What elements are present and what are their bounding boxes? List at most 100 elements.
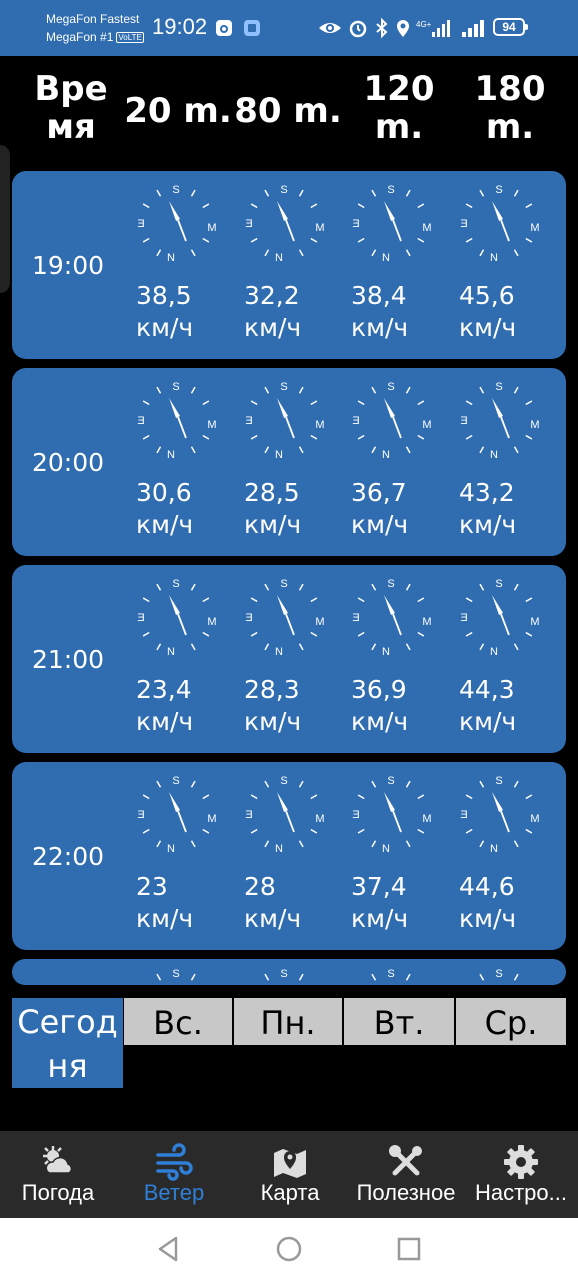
carrier-name-2: MegaFon #1 VoLTE (46, 30, 144, 44)
day-tab-sun[interactable]: Вс. (124, 998, 232, 1045)
compass-icon: S N Ǝ M (459, 967, 555, 985)
svg-text:N: N (167, 646, 175, 657)
nav-label-useful: Полезное (356, 1180, 456, 1205)
home-icon[interactable] (274, 1234, 304, 1264)
day-tab-today[interactable]: Сегод ня (12, 998, 123, 1088)
wind-speed-unit: км/ч (351, 707, 409, 736)
wind-speed-unit: км/ч (459, 510, 517, 539)
wind-speed-unit: км/ч (244, 904, 302, 933)
wind-speed-unit: км/ч (351, 510, 409, 539)
svg-text:M: M (422, 616, 431, 628)
svg-text:S: S (495, 578, 502, 590)
svg-text:M: M (530, 616, 539, 628)
compass-icon: S N Ǝ M (244, 183, 324, 264)
wind-speed: 36,9 (351, 675, 407, 704)
nav-label-settings: Настро... (474, 1180, 567, 1205)
recents-icon[interactable] (394, 1234, 424, 1264)
svg-text:N: N (167, 252, 175, 263)
compass-icon: S N Ǝ M (244, 774, 324, 855)
svg-text:S: S (280, 578, 287, 590)
day-tab-tue[interactable]: Вт. (344, 998, 454, 1045)
svg-text:S: S (495, 775, 502, 787)
forecast-card: 20:00 S N Ǝ M 30,6 км/ч S N Ǝ M 28,5 км/… (12, 368, 566, 556)
svg-text:N: N (275, 843, 283, 854)
svg-text:N: N (490, 449, 498, 460)
svg-text:N: N (275, 646, 283, 657)
svg-text:Ǝ: Ǝ (352, 415, 359, 427)
edge-handle[interactable] (0, 145, 10, 293)
forecast-card: 19:00 S N Ǝ M 38,5 км/ч S N Ǝ M 32,2 км/… (12, 171, 566, 359)
wind-speed-unit: км/ч (459, 904, 517, 933)
svg-text:Ǝ: Ǝ (245, 218, 252, 230)
day-tab-mon[interactable]: Пн. (234, 998, 342, 1045)
svg-text:N: N (490, 843, 498, 854)
compass-icon: S N Ǝ M (351, 967, 447, 985)
status-time: 19:02 (152, 14, 208, 39)
svg-text:M: M (207, 813, 216, 825)
nav-wind[interactable]: Ветер (116, 1131, 232, 1218)
alarm-icon (349, 20, 367, 38)
weather-icon (43, 1146, 73, 1174)
svg-text:S: S (387, 578, 394, 590)
header-col-180m: 180 m. (474, 69, 546, 147)
svg-text:N: N (490, 252, 498, 263)
forecast-time: 19:00 (32, 251, 105, 280)
nav-settings[interactable]: Настро... (464, 1131, 578, 1218)
svg-text:M: M (422, 813, 431, 825)
svg-text:Ǝ: Ǝ (245, 415, 252, 427)
compass-icon: S N Ǝ M (136, 380, 216, 461)
compass-icon: S N Ǝ M (136, 577, 216, 658)
eye-icon (319, 23, 341, 33)
compass-icon: S N Ǝ M (136, 183, 216, 264)
svg-text:S: S (495, 968, 502, 980)
wind-speed: 32,2 (244, 281, 300, 310)
svg-text:S: S (387, 775, 394, 787)
wind-speed: 28,3 (244, 675, 300, 704)
svg-text:Ǝ: Ǝ (460, 218, 467, 230)
svg-text:N: N (167, 449, 175, 460)
svg-text:S: S (495, 184, 502, 196)
svg-text:S: S (387, 381, 394, 393)
svg-text:S: S (387, 968, 394, 980)
wind-speed: 44,3 (459, 675, 515, 704)
nav-label-wind: Ветер (143, 1180, 205, 1205)
header-time: Вре мя (34, 69, 108, 147)
compass-icon: S N Ǝ M (244, 577, 324, 658)
svg-text:Ǝ: Ǝ (245, 809, 252, 821)
signal-4g-icon: 4G+ (416, 20, 450, 37)
wind-speed: 23,4 (136, 675, 192, 704)
wind-speed-unit: км/ч (244, 707, 302, 736)
back-icon[interactable] (154, 1234, 184, 1264)
svg-text:M: M (207, 222, 216, 234)
nav-label-map: Карта (260, 1180, 320, 1205)
system-navigation-bar (0, 1218, 578, 1280)
svg-text:N: N (382, 646, 390, 657)
compass-icon: S N Ǝ M (459, 380, 539, 461)
wind-speed: 28 (244, 872, 276, 901)
app-notification-icon-2 (244, 20, 260, 36)
compass-icon: S N Ǝ M (351, 183, 431, 264)
svg-text:Ǝ: Ǝ (137, 415, 144, 427)
svg-text:S: S (280, 381, 287, 393)
compass-icon: S N Ǝ M (459, 774, 539, 855)
svg-text:Ǝ: Ǝ (352, 809, 359, 821)
nav-map[interactable]: Карта (232, 1131, 348, 1218)
svg-text:Ǝ: Ǝ (352, 612, 359, 624)
compass-icon: S N Ǝ M (351, 380, 431, 461)
nav-useful[interactable]: Полезное (348, 1131, 464, 1218)
svg-text:N: N (167, 843, 175, 854)
header-col-80m: 80 m. (234, 91, 342, 131)
svg-text:M: M (530, 813, 539, 825)
svg-text:M: M (315, 419, 324, 431)
nav-weather[interactable]: Погода (0, 1131, 116, 1218)
forecast-card-partial: S N Ǝ M S N Ǝ M S N Ǝ M S N Ǝ M (12, 959, 566, 985)
svg-text:N: N (490, 646, 498, 657)
forecast-time: 20:00 (32, 448, 105, 477)
wind-speed-unit: км/ч (136, 707, 194, 736)
volte-badge: VoLTE (116, 32, 144, 43)
wind-speed: 38,4 (351, 281, 407, 310)
svg-text:M: M (422, 222, 431, 234)
wind-speed-unit: км/ч (351, 313, 409, 342)
wind-speed: 30,6 (136, 478, 192, 507)
day-tab-wed[interactable]: Ср. (456, 998, 566, 1045)
